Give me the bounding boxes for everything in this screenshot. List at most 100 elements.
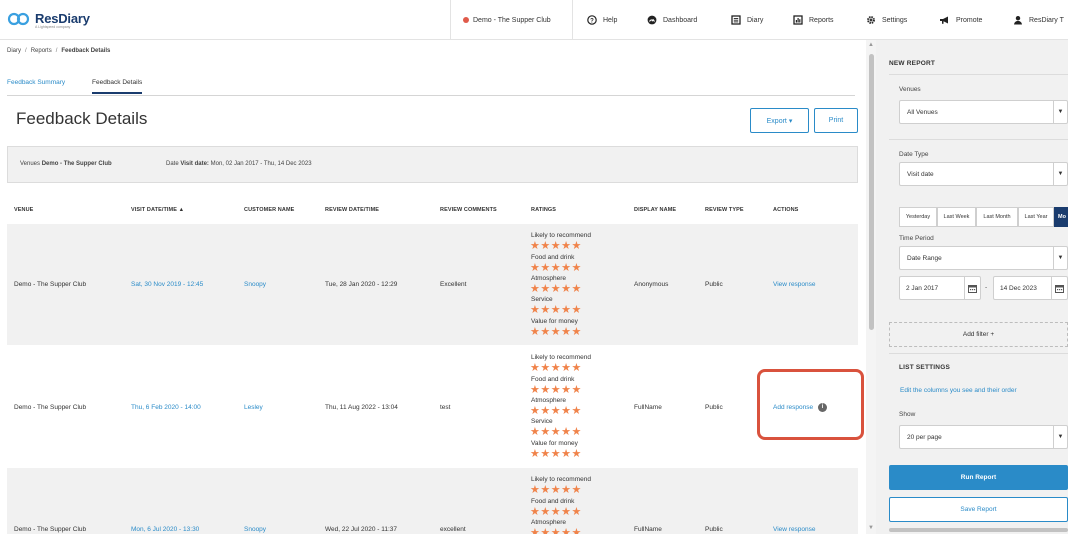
rating-stars: ★★★★★ — [530, 506, 582, 518]
quick-range-last-year[interactable]: Last Year — [1018, 207, 1054, 227]
resdiary-logo[interactable]: ResDiary A Lightspeed company — [7, 9, 90, 31]
venues-select-value: All Venues — [907, 109, 938, 116]
filter-date-label: Date — [166, 161, 179, 167]
row-display-name: FullName — [634, 404, 662, 411]
row-review-date: Tue, 28 Jan 2020 - 12:29 — [325, 281, 398, 288]
col-customer-name[interactable]: CUSTOMER NAME — [244, 207, 294, 213]
quick-range-last-month[interactable]: Last Month — [976, 207, 1018, 227]
rating-label: Food and drink — [531, 254, 575, 261]
nav-settings[interactable]: Settings — [866, 0, 907, 40]
tab-feedback-summary[interactable]: Feedback Summary — [7, 79, 65, 86]
rating-label: Food and drink — [531, 498, 575, 505]
col-ratings[interactable]: RATINGS — [531, 207, 556, 213]
venues-label: Venues — [899, 86, 921, 93]
table-header: VENUE VISIT DATE/TIME ▲ CUSTOMER NAME RE… — [7, 196, 858, 224]
date-to-field[interactable]: 14 Dec 2023 — [993, 276, 1068, 300]
venues-select[interactable]: All Venues ▼ — [899, 100, 1068, 124]
view-response-link[interactable]: View response — [773, 526, 816, 533]
nav-promote[interactable]: Promote — [939, 0, 982, 40]
row-display-name: Anonymous — [634, 281, 669, 288]
rating-stars: ★★★★★ — [530, 527, 582, 534]
breadcrumb-diary[interactable]: Diary — [7, 48, 21, 54]
date-type-select[interactable]: Visit date ▼ — [899, 162, 1068, 186]
filter-date-value: Mon, 02 Jan 2017 - Thu, 14 Dec 2023 — [210, 161, 312, 167]
filter-summary: Venues Demo - The Supper Club Date Visit… — [7, 146, 858, 183]
nav-help[interactable]: ? Help — [587, 0, 617, 40]
col-review-comments[interactable]: REVIEW COMMENTS — [440, 207, 497, 213]
col-actions: ACTIONS — [773, 207, 799, 213]
reports-icon — [793, 15, 803, 25]
date-from-field[interactable]: 2 Jan 2017 — [899, 276, 981, 300]
nav-account[interactable]: ResDiary T — [1013, 0, 1064, 40]
filter-date-type: Visit date: — [180, 161, 209, 167]
calendar-icon[interactable] — [964, 277, 980, 299]
svg-text:?: ? — [590, 18, 594, 24]
nav-help-label: Help — [603, 16, 618, 24]
quick-range-last-week[interactable]: Last Week — [937, 207, 976, 227]
scroll-down-arrow-icon[interactable]: ▼ — [868, 525, 874, 531]
chevron-down-icon: ▼ — [1053, 247, 1067, 269]
scroll-up-arrow-icon[interactable]: ▲ — [868, 42, 874, 48]
nav-diary[interactable]: Diary — [731, 0, 763, 40]
col-visit-datetime[interactable]: VISIT DATE/TIME ▲ — [131, 207, 184, 213]
page-size-select-value: 20 per page — [907, 434, 942, 441]
col-review-datetime[interactable]: REVIEW DATE/TIME — [325, 207, 379, 213]
list-settings-title: LIST SETTINGS — [899, 364, 950, 371]
edit-columns-link[interactable]: Edit the columns you see and their order — [900, 387, 1017, 394]
breadcrumb-reports[interactable]: Reports — [31, 48, 52, 54]
col-venue[interactable]: VENUE — [14, 207, 33, 213]
table-row: Demo - The Supper Club Sat, 30 Nov 2019 … — [7, 224, 858, 345]
col-display-name[interactable]: DISPLAY NAME — [634, 207, 676, 213]
row-customer-link[interactable]: Lesley — [244, 404, 263, 411]
row-review-type: Public — [705, 281, 723, 288]
nav-dashboard[interactable]: Dashboard — [647, 0, 697, 40]
panel-divider — [889, 353, 1068, 354]
row-review-type: Public — [705, 404, 723, 411]
quick-range-yesterday[interactable]: Yesterday — [899, 207, 937, 227]
row-customer-link[interactable]: Snoopy — [244, 281, 266, 288]
venue-selector[interactable]: Demo - The Supper Club — [450, 0, 573, 40]
panel-scrollbar[interactable] — [889, 528, 1068, 532]
rating-stars: ★★★★★ — [530, 484, 582, 496]
view-response-link[interactable]: View response — [773, 281, 816, 288]
diary-icon — [731, 15, 741, 25]
rating-stars: ★★★★★ — [530, 405, 582, 417]
breadcrumb: Diary / Reports / Feedback Details — [7, 48, 110, 54]
filter-venues-label: Venues — [20, 161, 41, 167]
row-venue: Demo - The Supper Club — [14, 526, 87, 533]
time-period-select[interactable]: Date Range ▼ — [899, 246, 1068, 270]
col-review-type[interactable]: REVIEW TYPE — [705, 207, 744, 213]
scrollbar-thumb[interactable] — [869, 54, 874, 330]
print-button[interactable]: Print — [814, 108, 858, 133]
date-type-select-value: Visit date — [907, 171, 934, 178]
tab-feedback-details[interactable]: Feedback Details — [92, 79, 143, 94]
rating-label: Atmosphere — [531, 397, 567, 404]
add-response-highlight — [757, 369, 864, 440]
rating-label: Likely to recommend — [531, 354, 591, 361]
rating-label: Atmosphere — [531, 519, 567, 526]
logo-infinity-icon — [7, 12, 30, 26]
row-customer-link[interactable]: Snoopy — [244, 526, 266, 533]
rating-label: Service — [531, 418, 553, 425]
save-report-button[interactable]: Save Report — [889, 497, 1068, 522]
date-range-separator: - — [985, 284, 988, 291]
table-row: Demo - The Supper Club Thu, 6 Feb 2020 -… — [7, 346, 858, 467]
row-visit-link[interactable]: Mon, 6 Jul 2020 - 13:30 — [131, 526, 199, 533]
page-size-select[interactable]: 20 per page ▼ — [899, 425, 1068, 449]
panel-divider — [889, 139, 1068, 140]
add-filter-button[interactable]: Add filter + — [889, 322, 1068, 347]
chevron-down-icon: ▼ — [1053, 101, 1067, 123]
calendar-icon[interactable] — [1051, 277, 1067, 299]
export-button[interactable]: Export ▾ — [750, 108, 809, 133]
logo-text: ResDiary — [35, 11, 90, 26]
breadcrumb-separator: / — [25, 48, 27, 54]
date-from-value: 2 Jan 2017 — [906, 285, 939, 292]
run-report-button[interactable]: Run Report — [889, 465, 1068, 490]
show-label: Show — [899, 411, 916, 418]
quick-range-more[interactable]: Mo — [1054, 207, 1068, 227]
nav-reports[interactable]: Reports — [793, 0, 834, 40]
row-visit-link[interactable]: Sat, 30 Nov 2019 - 12:45 — [131, 281, 203, 288]
row-visit-link[interactable]: Thu, 6 Feb 2020 - 14:00 — [131, 404, 201, 411]
new-report-title: NEW REPORT — [889, 60, 936, 67]
nav-dashboard-label: Dashboard — [663, 16, 698, 24]
